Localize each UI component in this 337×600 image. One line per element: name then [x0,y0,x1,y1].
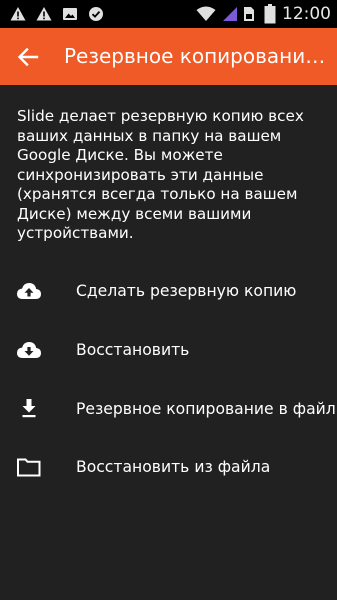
backup-now-button[interactable]: Сделать резервную копию [0,262,337,320]
cloud-download-icon [16,338,42,362]
backup-description: Slide делает резервную копию всех ваших … [17,107,304,242]
image-icon [62,6,78,22]
backup-to-file-button[interactable]: Резервное копирование в файл [0,380,337,438]
check-shield-icon [88,6,104,22]
battery-icon [264,4,276,24]
download-icon [16,397,42,421]
arrow-back-icon [10,47,46,78]
sim-icon [242,6,256,22]
back-button[interactable] [10,40,46,74]
action-label: Восстановить [76,341,190,359]
action-label: Резервное копирование в файл [76,400,336,418]
folder-icon [16,455,42,479]
wifi-icon [196,6,216,22]
toolbar: Резервное копирование... [0,28,337,85]
status-bar: 12:00 [0,0,337,28]
restore-from-file-button[interactable]: Восстановить из файла [0,438,337,496]
signal-icon [222,6,238,22]
warning-icon [36,6,52,22]
page-title: Резервное копирование... [64,44,330,68]
warning-icon [10,6,26,22]
cloud-upload-icon [16,279,42,303]
action-label: Сделать резервную копию [76,282,297,300]
status-time: 12:00 [282,4,331,24]
backup-screen: 12:00 Резервное копирование... Slide дел… [0,0,337,600]
restore-button[interactable]: Восстановить [0,321,337,379]
action-label: Восстановить из файла [76,458,271,476]
